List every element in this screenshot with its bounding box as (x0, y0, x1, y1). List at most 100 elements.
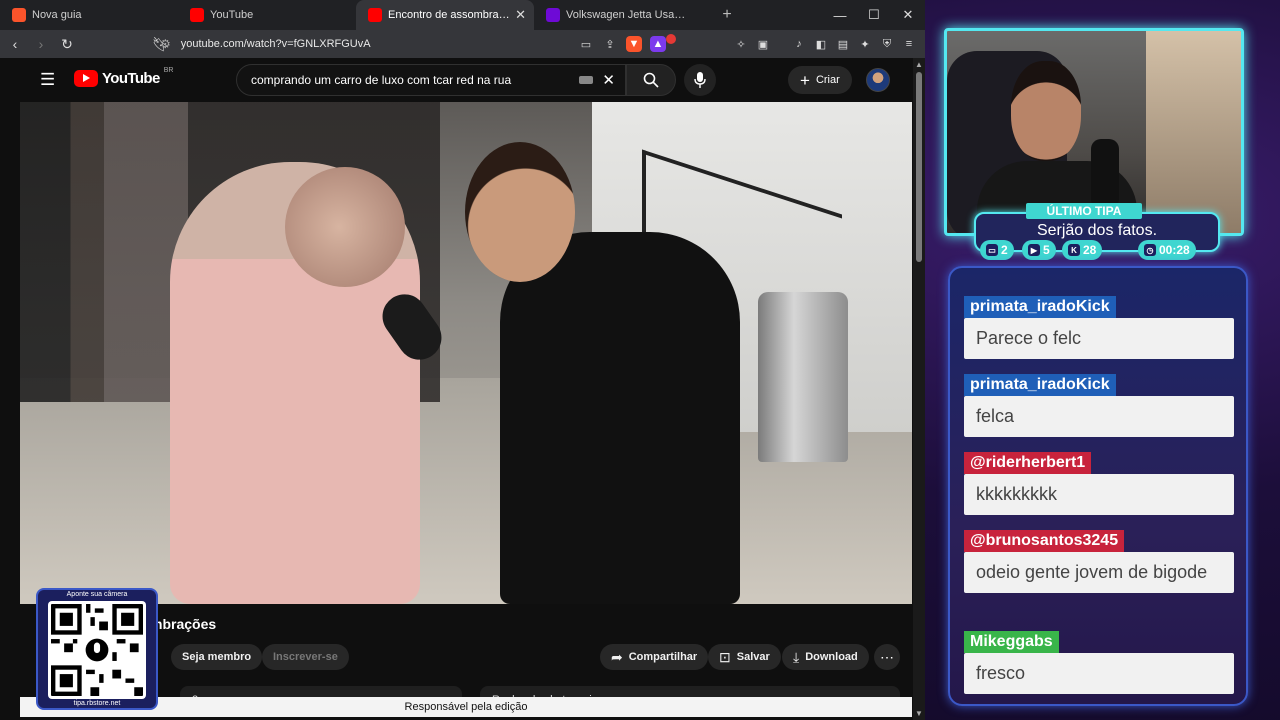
search-input[interactable]: comprando um carro de luxo com tcar red … (236, 64, 626, 96)
tab-nova-guia[interactable]: Nova guia (0, 0, 178, 30)
tab-bar: Nova guia YouTube Encontro de assombraçõ… (0, 0, 925, 30)
youtube-icon (368, 8, 382, 22)
webcam-background (1146, 31, 1241, 233)
chat-username: Mikeggabs (964, 631, 1059, 653)
clear-search-icon[interactable]: ✕ (602, 71, 615, 89)
create-label: Criar (815, 74, 840, 86)
stat-timer: ◷ 00:28 (1138, 240, 1196, 260)
notification-badge-icon (666, 34, 676, 44)
download-label: Download (805, 651, 858, 663)
bookmark-icon: ⊡ (719, 648, 731, 665)
tab-encontro-de-assombracoes[interactable]: Encontro de assombrações - YouTube ✕ (356, 0, 534, 30)
site-settings-icon[interactable]: ⚙︎ (160, 37, 171, 51)
close-icon[interactable]: ✕ (515, 7, 526, 23)
webcam-streamer-head (1011, 61, 1081, 161)
join-button[interactable]: Seja membro (171, 644, 263, 670)
maximize-icon[interactable]: ☐ (857, 0, 891, 30)
leo-ai-icon[interactable]: ✦ (857, 36, 873, 52)
download-button[interactable]: ⤓ Download (782, 644, 869, 670)
tab-youtube[interactable]: YouTube (178, 0, 356, 30)
sidebar-icon[interactable]: ◧ (813, 36, 829, 52)
tab-label: Encontro de assombrações - YouTube (388, 9, 513, 21)
youtube-icon (190, 8, 204, 22)
page-scrollbar[interactable]: ▲ ▼ (913, 58, 925, 720)
youtube-header: ☰ YouTube BR comprando um carro de luxo … (20, 58, 912, 102)
webcam-microphone (1091, 139, 1119, 209)
country-code: BR (163, 67, 174, 74)
stat-value: 2 (1001, 243, 1008, 257)
scroll-up-icon[interactable]: ▲ (915, 60, 923, 69)
stat-kick: K 28 (1062, 240, 1103, 260)
voice-search-button[interactable] (684, 64, 716, 96)
scrollbar-thumb[interactable] (916, 72, 922, 262)
stat-video: ▶ 5 (1022, 240, 1056, 260)
plus-icon: + (800, 70, 810, 90)
stat-value: 00:28 (1159, 243, 1190, 257)
cast-icon[interactable]: ▭ (578, 36, 594, 52)
tab-label: Nova guia (32, 9, 82, 21)
url-text: youtube.com/watch?v=fGNLXRFGUvA (180, 38, 371, 50)
chat-message: @brunosantos3245 odeio gente jovem de bi… (964, 530, 1234, 593)
chat-text: felca (964, 396, 1234, 437)
vpn-icon[interactable]: ⛨ (879, 36, 895, 52)
extensions-icon[interactable]: ✧ (733, 36, 749, 52)
editor-credit-text: Responsável pela edição (404, 701, 528, 713)
brave-icon (12, 8, 26, 22)
create-button[interactable]: + Criar (788, 66, 852, 94)
new-tab-button[interactable]: + (712, 6, 742, 24)
screenshot-icon[interactable]: ▣ (755, 36, 771, 52)
tab-label: YouTube (210, 9, 254, 21)
video-icon: ▶ (1028, 244, 1040, 256)
back-icon[interactable]: ‹ (4, 33, 26, 55)
chat-text: odeio gente jovem de bigode (964, 552, 1234, 593)
video-scene-interviewer-head (465, 142, 575, 282)
download-icon: ⤓ (793, 648, 800, 665)
music-icon[interactable]: ♪ (791, 36, 807, 52)
video-scene-mask (285, 167, 405, 287)
olx-icon (546, 8, 560, 22)
share-page-icon[interactable]: ⇪ (602, 36, 618, 52)
reload-icon[interactable]: ↻ (56, 33, 78, 55)
subscribe-label: Inscrever-se (273, 651, 338, 663)
tip-message: Serjão dos fatos. (1036, 222, 1158, 239)
chat-text: fresco (964, 653, 1234, 694)
qr-top-text: Aponte sua câmera (66, 591, 128, 598)
video-scene-interviewer (500, 232, 740, 604)
close-window-icon[interactable]: ✕ (891, 0, 925, 30)
brave-shields-icon[interactable]: ▼ (626, 36, 642, 52)
stat-value: 5 (1043, 243, 1050, 257)
tip-label: ÚLTIMO TIPA (1026, 203, 1142, 219)
share-icon: ➦ (611, 648, 623, 665)
chat-message: Mikeggabs fresco (964, 631, 1234, 694)
chat-username: @riderherbert1 (964, 452, 1092, 474)
qr-code-overlay: Aponte sua câmera tipa.rbstore.net (36, 588, 158, 710)
keyboard-icon[interactable] (579, 76, 593, 84)
search-button[interactable] (626, 64, 676, 96)
subscribe-button[interactable]: Inscrever-se (262, 644, 349, 670)
save-button[interactable]: ⊡ Salvar (708, 644, 781, 670)
brave-rewards-icon[interactable]: ▲ (650, 36, 666, 52)
chat-username: primata_iradoKick (964, 374, 1116, 396)
search-query: comprando um carro de luxo com tcar red … (251, 73, 512, 87)
chat-text: kkkkkkkkk (964, 474, 1234, 515)
hamburger-menu-icon[interactable]: ☰ (40, 70, 55, 90)
menu-icon[interactable]: ≡ (901, 36, 917, 52)
wallet-icon[interactable]: ▤ (835, 36, 851, 52)
youtube-logo[interactable]: YouTube BR (74, 67, 174, 87)
scroll-down-icon[interactable]: ▼ (915, 709, 923, 718)
avatar[interactable] (866, 68, 890, 92)
video-player[interactable] (20, 102, 912, 604)
share-label: Compartilhar (628, 651, 698, 663)
url-field[interactable]: ⚙︎ youtube.com/watch?v=fGNLXRFGUvA (160, 33, 620, 55)
tab-volkswagen-jetta[interactable]: Volkswagen Jetta Usados e Novos no RJ (534, 0, 712, 30)
share-button[interactable]: ➦ Compartilhar (600, 644, 709, 670)
minimize-icon[interactable]: — (823, 0, 857, 30)
tab-label: Volkswagen Jetta Usados e Novos no RJ (566, 9, 691, 21)
more-options-icon[interactable]: ⋯ (874, 644, 900, 670)
address-actions: ▭ ⇪ ▼ ▲ (578, 30, 684, 58)
forward-icon[interactable]: › (30, 33, 52, 55)
kick-icon: K (1068, 244, 1080, 256)
window-controls: — ☐ ✕ (823, 0, 925, 30)
qr-bottom-text: tipa.rbstore.net (73, 700, 121, 707)
clock-icon: ◷ (1144, 244, 1156, 256)
